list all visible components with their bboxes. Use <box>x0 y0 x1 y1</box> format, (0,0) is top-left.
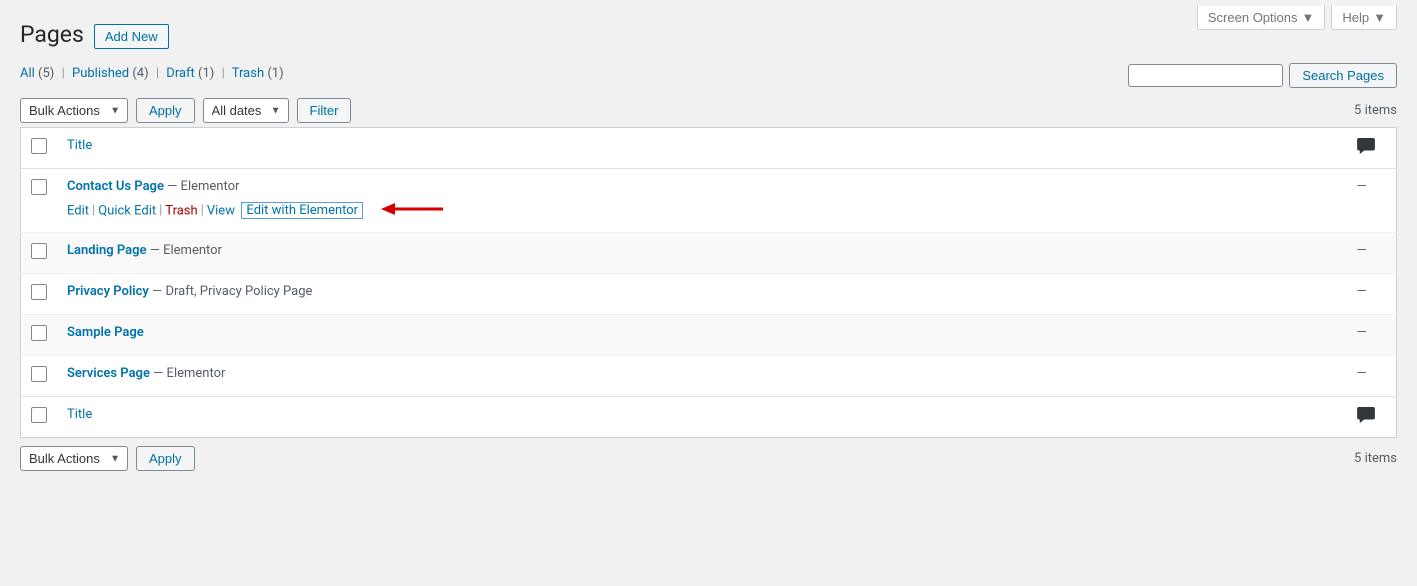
row-title-link[interactable]: Services Page <box>67 366 150 381</box>
post-state: — Draft, Privacy Policy Page <box>149 284 313 299</box>
items-count-bottom: 5 items <box>1354 451 1397 466</box>
comments-dash: — <box>1357 179 1367 194</box>
pages-table: Title Contact Us Page — Elementor Edit|Qu… <box>20 127 1397 438</box>
table-row: Services Page — Elementor — <box>21 356 1397 397</box>
column-title[interactable]: Title <box>57 128 1347 169</box>
post-state: — Elementor <box>147 243 222 258</box>
row-checkbox[interactable] <box>31 325 47 341</box>
row-checkbox[interactable] <box>31 243 47 259</box>
screen-options-button[interactable]: Screen Options ▼ <box>1197 6 1325 30</box>
date-filter-select[interactable]: All dates <box>203 98 289 123</box>
row-title-link[interactable]: Privacy Policy <box>67 284 149 299</box>
view-draft-count: (1) <box>198 66 214 81</box>
table-row: Contact Us Page — Elementor Edit|Quick Ed… <box>21 169 1397 233</box>
view-published-count: (4) <box>132 66 148 81</box>
edit-with-elementor-link[interactable]: Edit with Elementor <box>241 202 363 219</box>
row-title-link[interactable]: Contact Us Page <box>67 179 164 194</box>
trash-link[interactable]: Trash <box>165 203 197 218</box>
comments-dash: — <box>1357 284 1367 299</box>
row-checkbox[interactable] <box>31 179 47 195</box>
row-title-link[interactable]: Landing Page <box>67 243 147 258</box>
view-all-count: (5) <box>38 66 54 81</box>
annotation-arrow-icon <box>381 200 443 222</box>
comments-dash: — <box>1357 366 1367 381</box>
table-row: Landing Page — Elementor — <box>21 233 1397 274</box>
select-all-checkbox[interactable] <box>31 138 47 154</box>
screen-options-label: Screen Options <box>1208 10 1298 25</box>
filter-button[interactable]: Filter <box>297 98 352 123</box>
comments-dash: — <box>1357 243 1367 258</box>
table-row: Sample Page — <box>21 315 1397 356</box>
items-count-top: 5 items <box>1354 103 1397 118</box>
post-state: — Elementor <box>150 366 225 381</box>
search-button[interactable]: Search Pages <box>1289 63 1397 88</box>
caret-down-icon: ▼ <box>1373 10 1386 25</box>
views-filter: All (5) | Published (4) | Draft (1) | Tr… <box>20 66 284 81</box>
edit-link[interactable]: Edit <box>67 203 89 218</box>
comments-dash: — <box>1357 325 1367 340</box>
view-published-link[interactable]: Published <box>72 66 129 81</box>
row-title-link[interactable]: Sample Page <box>67 325 144 340</box>
bulk-actions-select-bottom[interactable]: Bulk Actions <box>20 446 128 471</box>
view-trash-count: (1) <box>267 66 283 81</box>
page-title: Pages <box>20 21 84 48</box>
view-trash-link[interactable]: Trash <box>232 66 264 81</box>
row-checkbox[interactable] <box>31 284 47 300</box>
apply-button-bottom[interactable]: Apply <box>136 446 195 471</box>
bulk-actions-select[interactable]: Bulk Actions <box>20 98 128 123</box>
row-actions: Edit|Quick Edit|Trash|View Edit with Ele… <box>67 200 1337 222</box>
help-button[interactable]: Help ▼ <box>1331 6 1397 30</box>
post-state: — Elementor <box>164 179 239 194</box>
view-all-link[interactable]: All <box>20 66 35 81</box>
add-new-button[interactable]: Add New <box>94 24 169 49</box>
column-title-footer[interactable]: Title <box>57 397 1347 438</box>
table-row: Privacy Policy — Draft, Privacy Policy P… <box>21 274 1397 315</box>
comments-icon[interactable] <box>1357 139 1375 158</box>
comments-icon[interactable] <box>1357 408 1375 427</box>
view-link[interactable]: View <box>207 203 235 218</box>
apply-button[interactable]: Apply <box>136 98 195 123</box>
select-all-checkbox-bottom[interactable] <box>31 407 47 423</box>
caret-down-icon: ▼ <box>1302 10 1315 25</box>
quick-edit-link[interactable]: Quick Edit <box>98 203 156 218</box>
view-draft-link[interactable]: Draft <box>166 66 195 81</box>
row-checkbox[interactable] <box>31 366 47 382</box>
search-input[interactable] <box>1128 64 1283 87</box>
help-label: Help <box>1342 10 1369 25</box>
